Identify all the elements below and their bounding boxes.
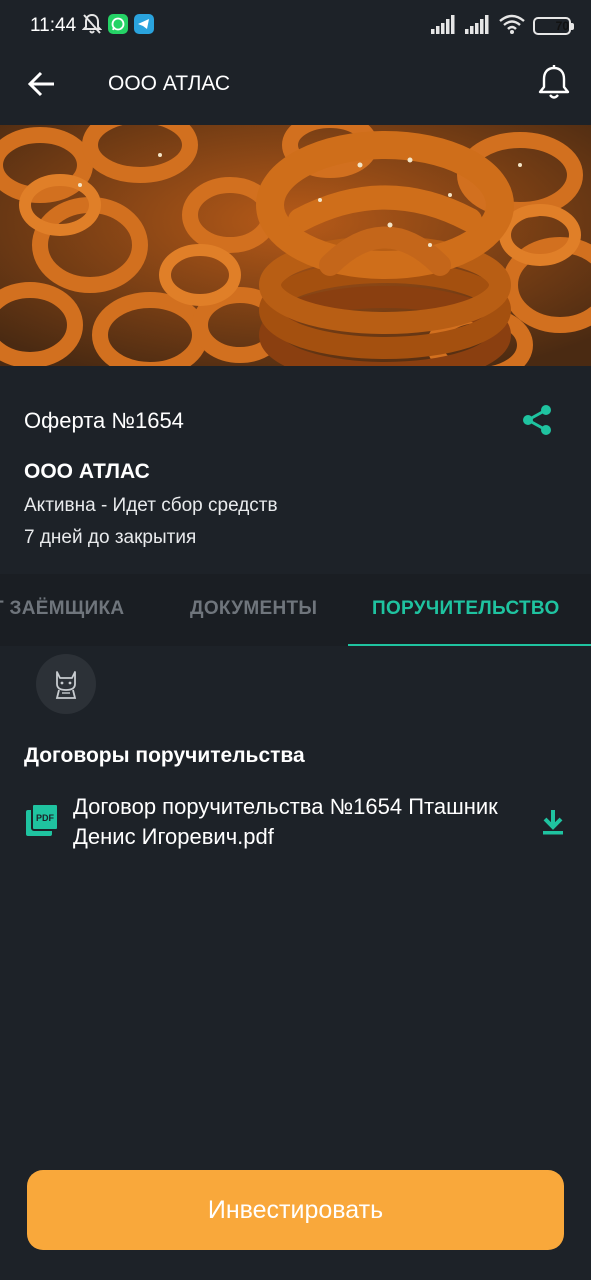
- company-name: ООО АТЛАС: [24, 460, 150, 483]
- offer-info: Оферта №1654 ООО АТЛАС Активна - Идет сб…: [0, 366, 591, 574]
- battery-icon: 70: [533, 17, 574, 35]
- back-button[interactable]: [24, 64, 64, 104]
- svg-text:PDF: PDF: [36, 813, 55, 823]
- arrow-back-icon: [27, 71, 54, 97]
- signal-icon: [431, 14, 457, 39]
- page-title: ООО АТЛАС: [108, 72, 231, 95]
- avatar: [36, 654, 96, 714]
- offer-status: Активна - Идет сбор средств: [24, 495, 278, 516]
- battery-level: 70: [555, 19, 569, 33]
- share-button[interactable]: [519, 402, 555, 438]
- system-icons: 70: [431, 14, 574, 39]
- bell-off-icon: [81, 13, 103, 40]
- document-name: Договор поручительства №1654 Пташник Ден…: [73, 794, 498, 849]
- status-bar: 11:44 70: [0, 0, 591, 52]
- tab-borrower[interactable]: Т ЗАЁМЩИКА: [0, 598, 124, 620]
- cat-mascot-icon: [55, 671, 77, 699]
- share-icon: [523, 405, 551, 435]
- wifi-icon: [499, 14, 525, 39]
- whatsapp-icon: [108, 13, 128, 39]
- tab-bar: Т ЗАЁМЩИКА ДОКУМЕНТЫ ПОРУЧИТЕЛЬСТВО: [0, 574, 591, 646]
- bell-icon: [538, 65, 570, 99]
- offer-title: Оферта №1654: [24, 408, 184, 433]
- status-time: 11:44: [30, 15, 77, 36]
- notification-icons: [81, 13, 154, 40]
- app-bar: ООО АТЛАС: [0, 52, 591, 116]
- pdf-icon: PDF: [26, 803, 59, 836]
- download-icon: [543, 810, 563, 835]
- offer-cover-image: [0, 125, 591, 366]
- download-button[interactable]: [537, 806, 569, 838]
- tab-documents[interactable]: ДОКУМЕНТЫ: [190, 598, 317, 620]
- invest-button[interactable]: Инвестировать: [27, 1170, 564, 1250]
- tab-guarantee[interactable]: ПОРУЧИТЕЛЬСТВО: [372, 598, 560, 620]
- active-tab-indicator: [348, 644, 591, 646]
- document-item[interactable]: PDF Договор поручительства №1654 Пташник…: [0, 790, 591, 854]
- offer-closing: 7 дней до закрытия: [24, 527, 197, 548]
- telegram-icon: [134, 13, 154, 39]
- signal-icon: [465, 14, 491, 39]
- section-title: Договоры поручительства: [24, 744, 305, 767]
- notifications-button[interactable]: [533, 62, 575, 104]
